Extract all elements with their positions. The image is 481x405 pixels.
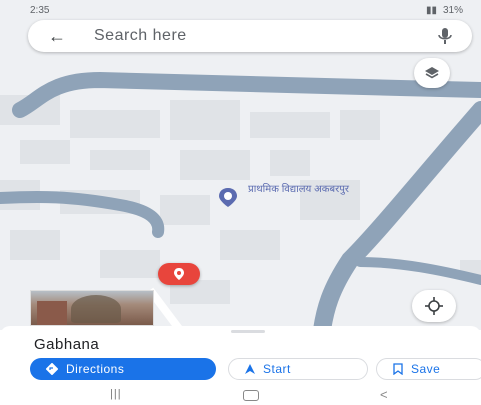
selected-place-marker[interactable] (158, 263, 200, 285)
directions-button[interactable]: Directions (30, 358, 216, 380)
recents-button[interactable]: ||| (110, 388, 122, 400)
action-buttons: Directions Start Save (30, 358, 481, 382)
status-icons: ▮▮ 31% (426, 5, 463, 16)
arrow-left-icon[interactable]: ← (48, 26, 66, 46)
search-input[interactable]: Search here (94, 27, 187, 45)
maps-screen: 2:35 ▮▮ 31% ← Search here प्राथमिक विद्य… (0, 0, 481, 405)
start-label: Start (263, 362, 291, 376)
layers-button[interactable] (414, 58, 450, 88)
start-button[interactable]: Start (228, 358, 368, 380)
sheet-handle[interactable] (231, 330, 265, 333)
save-label: Save (411, 362, 441, 376)
directions-label: Directions (66, 362, 125, 376)
my-location-icon (425, 297, 443, 315)
search-bar[interactable]: ← Search here (28, 20, 472, 52)
status-time: 2:35 (30, 5, 50, 16)
battery-text: 31% (442, 5, 463, 16)
system-nav-bar: ||| < (0, 386, 481, 405)
back-button[interactable]: < (380, 387, 388, 402)
my-location-button[interactable] (412, 290, 456, 322)
place-title: Gabhana (34, 336, 100, 353)
home-button[interactable] (243, 390, 259, 401)
street-view-house (37, 301, 67, 325)
pin-icon (174, 268, 184, 280)
mic-icon[interactable] (438, 28, 452, 44)
directions-icon (46, 363, 58, 375)
signal-icon: ▮▮ (425, 5, 437, 16)
street-view-tree (71, 295, 121, 323)
bookmark-icon (393, 363, 403, 375)
street-view-thumbnail[interactable] (30, 290, 154, 326)
school-pin-icon[interactable] (217, 186, 239, 208)
navigation-arrow-icon (245, 364, 255, 374)
status-bar: 2:35 ▮▮ 31% (0, 0, 481, 22)
place-label[interactable]: प्राथमिक विद्यालय अकबरपुर (248, 184, 398, 196)
layers-icon (425, 67, 439, 79)
save-button[interactable]: Save (376, 358, 481, 380)
